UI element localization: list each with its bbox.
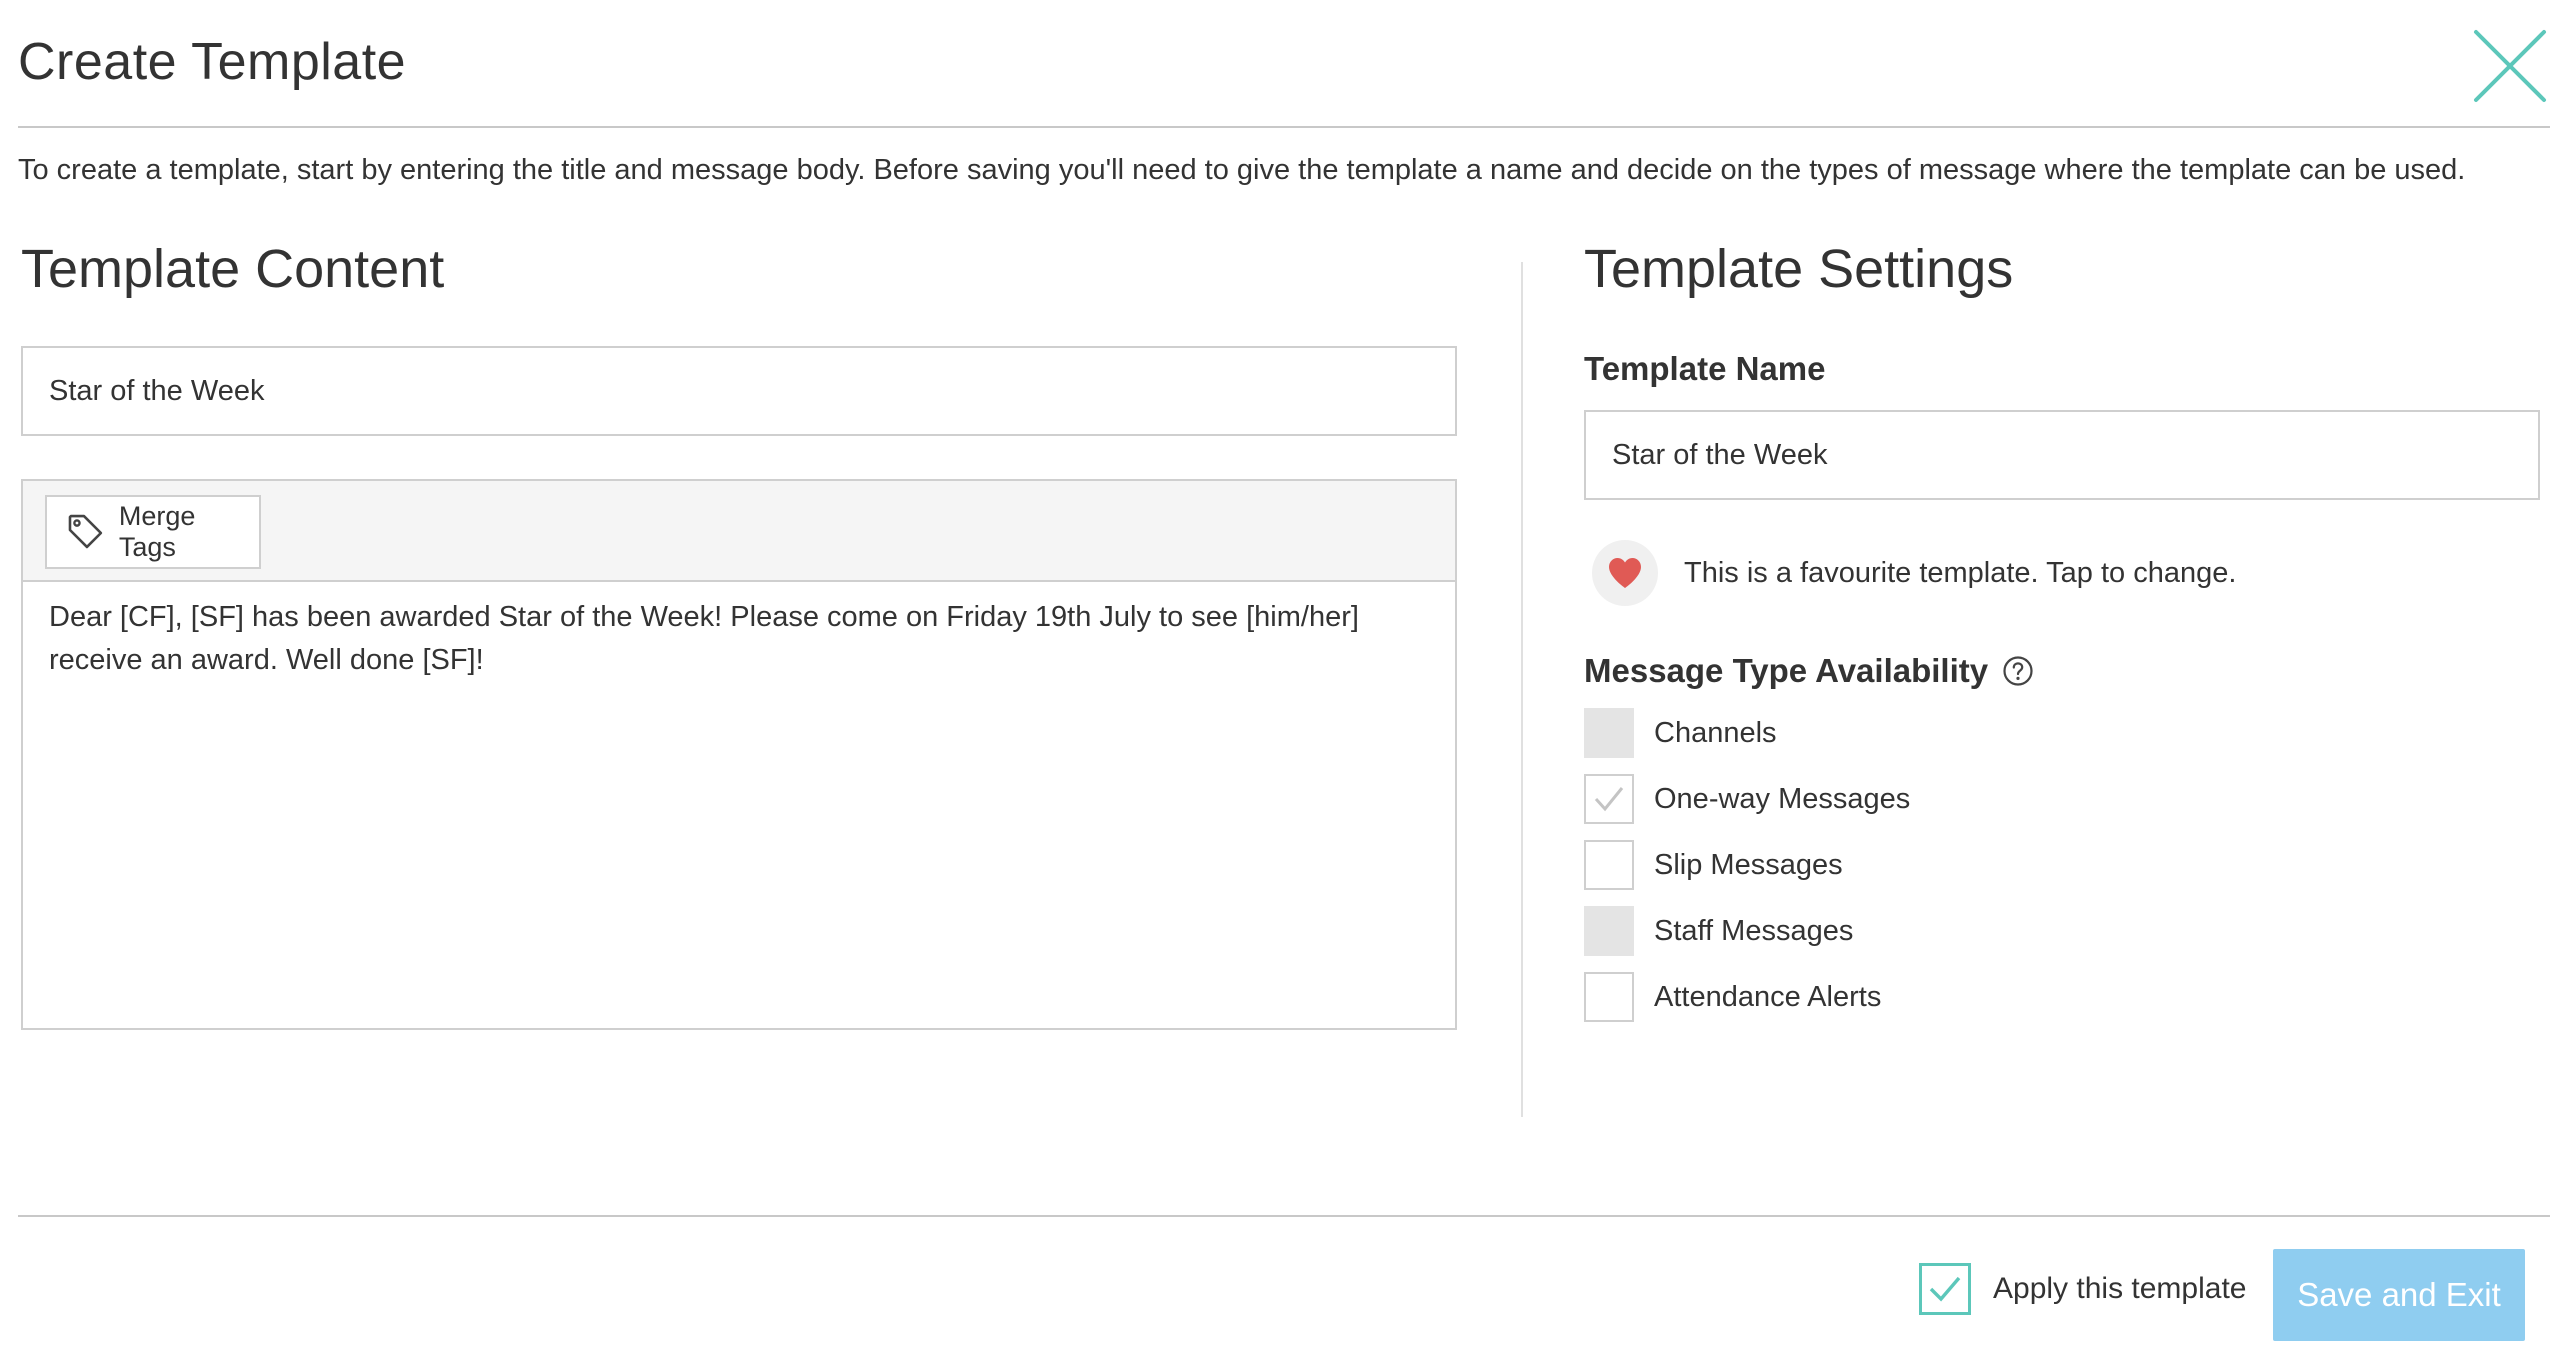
- checkbox-label: Attendance Alerts: [1654, 980, 1882, 1013]
- template-content-heading: Template Content: [21, 239, 445, 299]
- message-type-list: Channels One-way Messages Slip Messages …: [1584, 708, 1910, 1038]
- favourite-toggle[interactable]: This is a favourite template. Tap to cha…: [1592, 540, 2236, 606]
- favourite-text: This is a favourite template. Tap to cha…: [1684, 556, 2237, 589]
- message-type-staff-messages[interactable]: Staff Messages: [1584, 906, 1910, 956]
- checkbox-staff-messages[interactable]: [1584, 906, 1634, 956]
- close-icon: [2474, 30, 2546, 102]
- template-name-value: Star of the Week: [1612, 438, 1828, 471]
- template-settings-heading: Template Settings: [1584, 239, 2014, 299]
- checkbox-one-way-messages[interactable]: [1584, 774, 1634, 824]
- heart-icon: [1609, 558, 1641, 588]
- apply-template-toggle[interactable]: Apply this template: [1919, 1263, 2246, 1315]
- message-type-slip-messages[interactable]: Slip Messages: [1584, 840, 1910, 890]
- template-name-label: Template Name: [1584, 350, 1826, 387]
- checkbox-label: One-way Messages: [1654, 782, 1911, 815]
- checkbox-attendance-alerts[interactable]: [1584, 972, 1634, 1022]
- message-body-textarea[interactable]: Dear [CF], [SF] has been awarded Star of…: [23, 582, 1455, 696]
- checkbox-label: Channels: [1654, 716, 1777, 749]
- message-type-channels[interactable]: Channels: [1584, 708, 1910, 758]
- checkbox-label: Staff Messages: [1654, 914, 1854, 947]
- column-divider: [1521, 262, 1523, 1117]
- merge-tags-label: Merge Tags: [118, 501, 196, 562]
- checkbox-label: Slip Messages: [1654, 848, 1843, 881]
- message-type-availability-label: Message Type Availability: [1584, 652, 2034, 690]
- message-editor: Merge Tags Dear [CF], [SF] has been awar…: [21, 479, 1457, 1030]
- question-circle-icon[interactable]: [2002, 655, 2034, 687]
- merge-tags-button[interactable]: Merge Tags: [45, 495, 261, 569]
- favourite-button[interactable]: [1592, 540, 1658, 606]
- footer-divider: [18, 1215, 2550, 1217]
- template-title-input[interactable]: Star of the Week: [21, 346, 1457, 436]
- checkbox-slip-messages[interactable]: [1584, 840, 1634, 890]
- checkmark-icon: [1594, 787, 1624, 812]
- editor-toolbar: Merge Tags: [23, 481, 1455, 582]
- create-template-dialog: Create Template To create a template, st…: [0, 0, 2560, 1350]
- intro-text: To create a template, start by entering …: [18, 154, 2466, 186]
- message-body-text: Dear [CF], [SF] has been awarded Star of…: [49, 601, 1359, 676]
- close-button[interactable]: [2470, 26, 2550, 106]
- message-type-availability-text: Message Type Availability: [1584, 652, 1989, 689]
- message-type-attendance-alerts[interactable]: Attendance Alerts: [1584, 972, 1910, 1022]
- save-and-exit-button[interactable]: Save and Exit: [2273, 1249, 2525, 1341]
- tag-icon: [68, 514, 103, 549]
- apply-template-checkbox[interactable]: [1919, 1263, 1971, 1315]
- page-title: Create Template: [18, 33, 407, 91]
- template-name-input[interactable]: Star of the Week: [1584, 410, 2540, 500]
- checkmark-icon: [1929, 1276, 1961, 1302]
- template-title-value: Star of the Week: [49, 374, 265, 407]
- message-type-one-way-messages[interactable]: One-way Messages: [1584, 774, 1910, 824]
- header-divider: [18, 126, 2550, 128]
- checkbox-channels[interactable]: [1584, 708, 1634, 758]
- apply-template-label: Apply this template: [1993, 1272, 2247, 1305]
